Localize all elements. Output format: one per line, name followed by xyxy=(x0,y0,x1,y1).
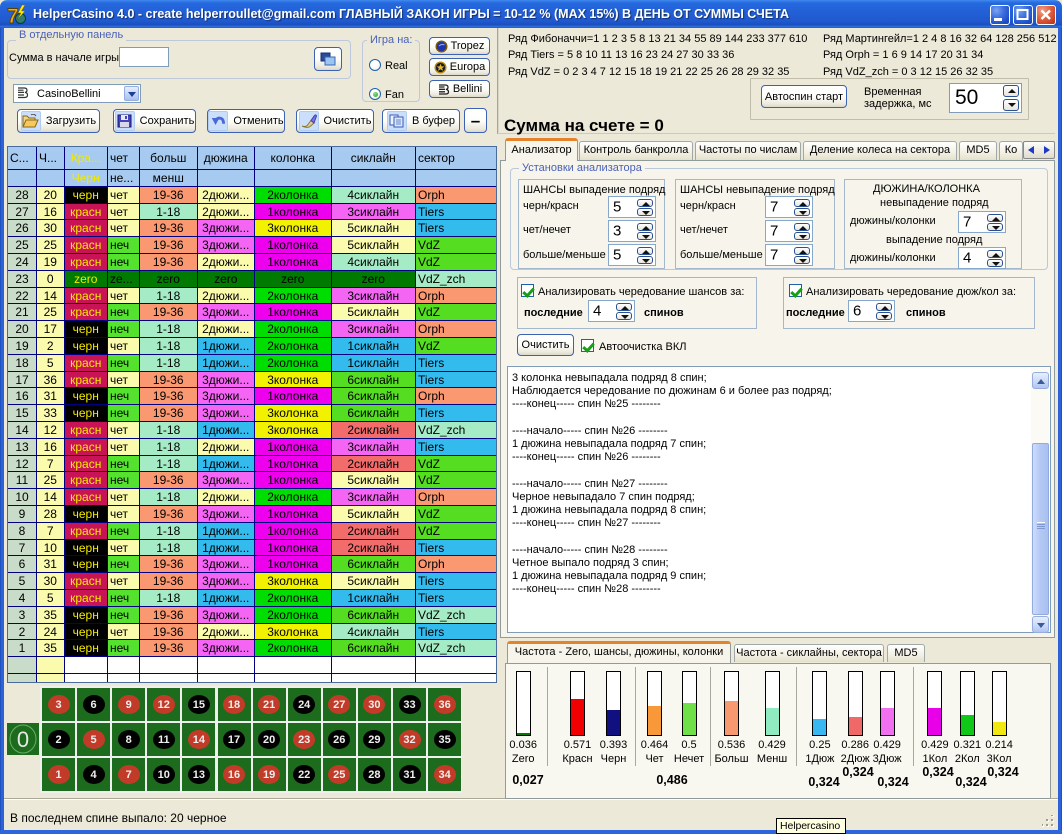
svg-text:0: 0 xyxy=(17,727,29,752)
